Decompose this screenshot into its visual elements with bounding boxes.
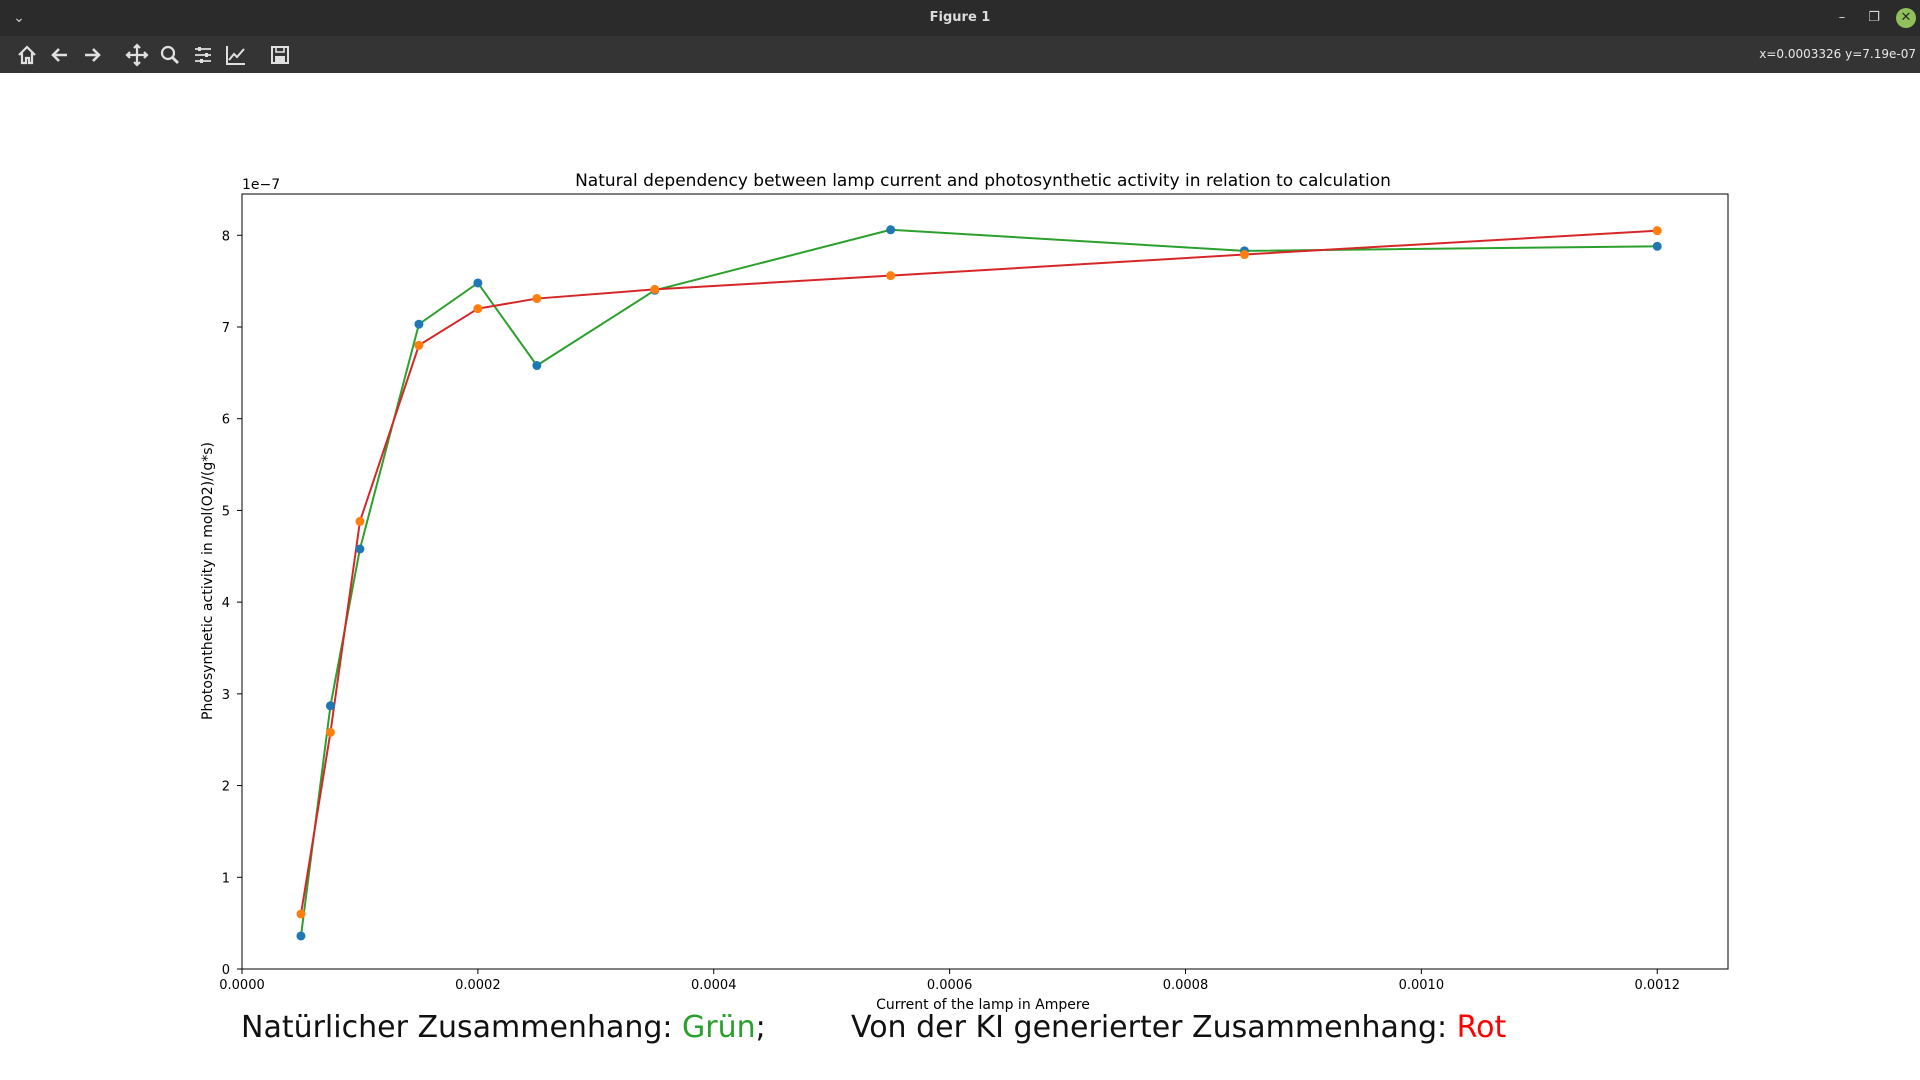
edit-axis-icon[interactable] xyxy=(223,42,249,68)
x-tick-label: 0.0012 xyxy=(1634,978,1680,993)
x-tick-label: 0.0010 xyxy=(1399,978,1445,993)
x-tick-label: 0.0008 xyxy=(1163,978,1209,993)
window-title: Figure 1 xyxy=(929,10,991,25)
series-0-point xyxy=(532,361,542,371)
axes-frame xyxy=(241,193,1729,970)
x-tick-label: 0.0000 xyxy=(219,978,265,993)
forward-icon[interactable] xyxy=(79,42,105,68)
legend-natural-value: Grün xyxy=(682,1010,756,1045)
series-1-point xyxy=(650,284,660,294)
series-lines xyxy=(299,228,1658,937)
series-0-point xyxy=(355,544,365,554)
home-icon[interactable] xyxy=(14,42,40,68)
chart-title: Natural dependency between lamp current … xyxy=(575,171,1391,191)
series-1-point xyxy=(886,271,896,281)
legend-separator: ; xyxy=(755,1010,766,1045)
y-tick-label: 7 xyxy=(222,321,230,336)
legend-ki: Von der KI generierter Zusammenhang: Rot xyxy=(851,1010,1506,1045)
legend-natural: Natürlicher Zusammenhang: Grün; xyxy=(241,1010,766,1045)
y-axis-label: Photosynthetic activity in mol(O2)/(g*s) xyxy=(200,442,216,720)
series-1-point xyxy=(414,340,424,350)
pan-icon[interactable] xyxy=(124,42,150,68)
legend-ki-label: Von der KI generierter Zusammenhang: xyxy=(851,1010,1457,1045)
series-0-point xyxy=(1652,241,1662,251)
chart-canvas[interactable]: Natural dependency between lamp current … xyxy=(0,73,1920,1080)
series-1-point xyxy=(355,516,365,526)
y-tick-label: 8 xyxy=(222,229,230,244)
zoom-icon[interactable] xyxy=(157,42,183,68)
series-1-point xyxy=(296,909,306,919)
series-0-point xyxy=(473,278,483,288)
window-titlebar: ⌄ Figure 1 – ❐ ✕ xyxy=(0,0,1920,36)
series-1-point xyxy=(1239,250,1249,260)
y-tick-label: 0 xyxy=(222,963,230,978)
series-1-point xyxy=(325,727,335,737)
y-tick-label: 6 xyxy=(222,413,230,428)
series-line-0 xyxy=(299,228,1658,937)
save-icon[interactable] xyxy=(267,42,293,68)
close-icon[interactable]: ✕ xyxy=(1896,8,1916,28)
minimize-icon[interactable]: – xyxy=(1832,8,1852,28)
configure-subplots-icon[interactable] xyxy=(190,42,216,68)
x-tick-label: 0.0002 xyxy=(455,978,501,993)
series-markers xyxy=(296,225,1662,941)
series-1-point xyxy=(532,294,542,304)
x-tick-label: 0.0006 xyxy=(927,978,973,993)
y-tick-label: 3 xyxy=(222,688,230,703)
series-0-point xyxy=(886,225,896,235)
back-icon[interactable] xyxy=(47,42,73,68)
legend-natural-label: Natürlicher Zusammenhang: xyxy=(241,1010,683,1045)
y-tick-label: 2 xyxy=(222,780,230,795)
x-tick-label: 0.0004 xyxy=(691,978,737,993)
series-1-point xyxy=(473,304,483,314)
cursor-coordinates: x=0.0003326 y=7.19e-07 xyxy=(1759,47,1916,61)
series-0-point xyxy=(414,319,424,329)
y-tick-label: 4 xyxy=(222,596,230,611)
series-0-point xyxy=(296,931,306,941)
y-axis-multiplier: 1e−7 xyxy=(242,177,280,193)
series-0-point xyxy=(325,701,335,711)
y-tick-label: 5 xyxy=(222,504,230,519)
y-tick-label: 1 xyxy=(222,871,230,886)
legend-ki-value: Rot xyxy=(1456,1010,1507,1045)
axis-ticks: 0.0000 0.0002 0.0004 0.0006 0.0008 0.0010 0.00… xyxy=(219,229,1680,993)
matplotlib-toolbar xyxy=(0,36,1920,73)
restore-icon[interactable]: ❐ xyxy=(1864,8,1884,28)
series-1-point xyxy=(1652,226,1662,236)
series-line-1 xyxy=(299,229,1658,915)
